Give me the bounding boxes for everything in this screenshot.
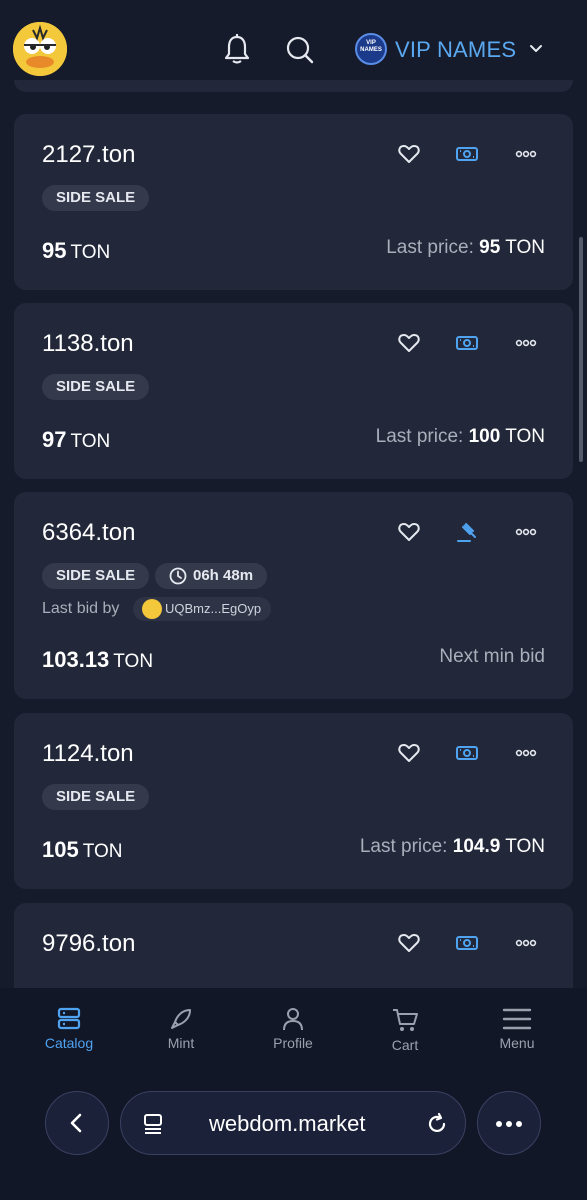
tab-profile[interactable]: Profile [243,1006,343,1051]
domain-card[interactable]: 1138.ton SIDE SALE 97 TON Last price: 100… [14,303,573,479]
tab-label: Profile [273,1035,313,1051]
domain-card[interactable]: 2127.ton SIDE SALE 95 TON Last price: 95 … [14,114,573,290]
price-value: 103.13 [42,647,110,672]
side-sale-badge: SIDE SALE [42,563,150,589]
rocket-icon [171,1009,191,1029]
last-price: Last price: 95 TON [386,237,545,259]
reload-icon[interactable] [425,1112,449,1136]
domain-name[interactable]: 6364.ton [42,519,135,547]
last-price-label: Last price: [375,426,464,447]
tab-catalog[interactable]: Catalog [19,1006,119,1051]
last-price-value: 100 [468,426,501,447]
side-sale-badge: SIDE SALE [42,374,150,400]
last-price-unit: TON [505,237,545,258]
more-options-icon[interactable] [514,931,538,955]
domain-name[interactable]: 2127.ton [42,141,135,169]
previous-card-edge [14,80,573,92]
search-icon[interactable] [284,33,314,65]
next-min-bid-label: Next min bid [439,646,545,667]
heart-icon[interactable] [397,931,421,955]
bidder-address: UQBmz...EgOyp [165,601,262,616]
more-options-icon[interactable] [514,331,538,355]
timer-badge: 06h 48m [155,563,268,589]
domain-name[interactable]: 1138.ton [42,330,134,358]
side-sale-badge: SIDE SALE [42,784,150,810]
price: 105 TON [42,837,122,863]
last-price: Last price: 104.9 TON [360,836,545,858]
heart-icon[interactable] [397,741,421,765]
chevron-down-icon[interactable] [528,41,544,57]
more-options-icon[interactable] [514,520,538,544]
domain-card[interactable]: 1124.ton SIDE SALE 105 TON Last price: 10… [14,713,573,889]
cash-icon[interactable] [455,331,479,355]
price-unit: TON [82,841,123,862]
profile-icon [283,1008,303,1031]
clock-icon [169,567,187,585]
domain-name[interactable]: 9796.ton [42,930,135,958]
menu-icon [502,1008,532,1030]
vip-names-label[interactable]: VIP NAMES [395,37,516,63]
cash-icon[interactable] [455,741,479,765]
heart-icon[interactable] [397,142,421,166]
tab-label: Catalog [44,1035,94,1051]
bell-icon[interactable] [222,33,252,65]
price: 97 TON [42,427,110,453]
tab-label: Cart [391,1037,419,1053]
price-value: 97 [42,427,67,452]
last-price-value: 95 [479,237,501,258]
catalog-icon [57,1007,81,1030]
tab-menu[interactable]: Menu [467,1006,567,1051]
last-price-label: Last price: [386,237,474,258]
page-icon [144,1114,162,1134]
heart-icon[interactable] [397,331,421,355]
vip-names-badge-icon[interactable]: VIP NAMES [355,33,387,65]
last-price-unit: TON [505,836,545,857]
bidder-avatar [142,599,162,619]
url-text: webdom.market [209,1111,366,1136]
price: 103.13 TON [42,647,153,673]
cart-icon [393,1009,418,1031]
browser-address-bar[interactable]: webdom.market [120,1091,466,1155]
tab-label: Mint [167,1035,195,1051]
last-price-label: Last price: [359,836,448,857]
price-unit: TON [70,242,111,263]
auction-gavel-icon[interactable] [455,520,479,544]
back-arrow-icon [70,1113,82,1133]
last-price-value: 104.9 [452,836,501,857]
tab-label: Menu [499,1035,535,1051]
browser-more-button[interactable] [477,1091,541,1155]
heart-icon[interactable] [397,520,421,544]
duck-logo[interactable] [13,22,67,76]
last-price: Last price: 100 TON [376,426,545,448]
last-price-unit: TON [505,426,545,447]
price: 95 TON [42,238,110,264]
more-options-icon[interactable] [514,741,538,765]
cash-icon[interactable] [455,931,479,955]
more-dots-icon [496,1121,522,1127]
cash-icon[interactable] [455,142,479,166]
side-sale-badge: SIDE SALE [42,185,150,211]
timer-text: 06h 48m [193,567,254,584]
price-unit: TON [70,431,111,452]
top-header: VIP NAMES VIP NAMES [0,0,587,92]
browser-back-button[interactable] [45,1091,109,1155]
scrollbar[interactable] [579,237,583,462]
bidder-address-chip[interactable]: UQBmz...EgOyp [133,597,272,621]
tab-cart[interactable]: Cart [355,1006,455,1053]
last-bid-label: Last bid by [42,600,120,617]
price-value: 95 [42,238,67,263]
domain-name[interactable]: 1124.ton [42,740,134,768]
price-value: 105 [42,837,79,862]
domain-card[interactable]: 6364.ton SIDE SALE 06h 48m Last bid by U… [14,492,573,699]
more-options-icon[interactable] [514,142,538,166]
price-unit: TON [113,651,154,672]
tab-mint[interactable]: Mint [131,1006,231,1051]
